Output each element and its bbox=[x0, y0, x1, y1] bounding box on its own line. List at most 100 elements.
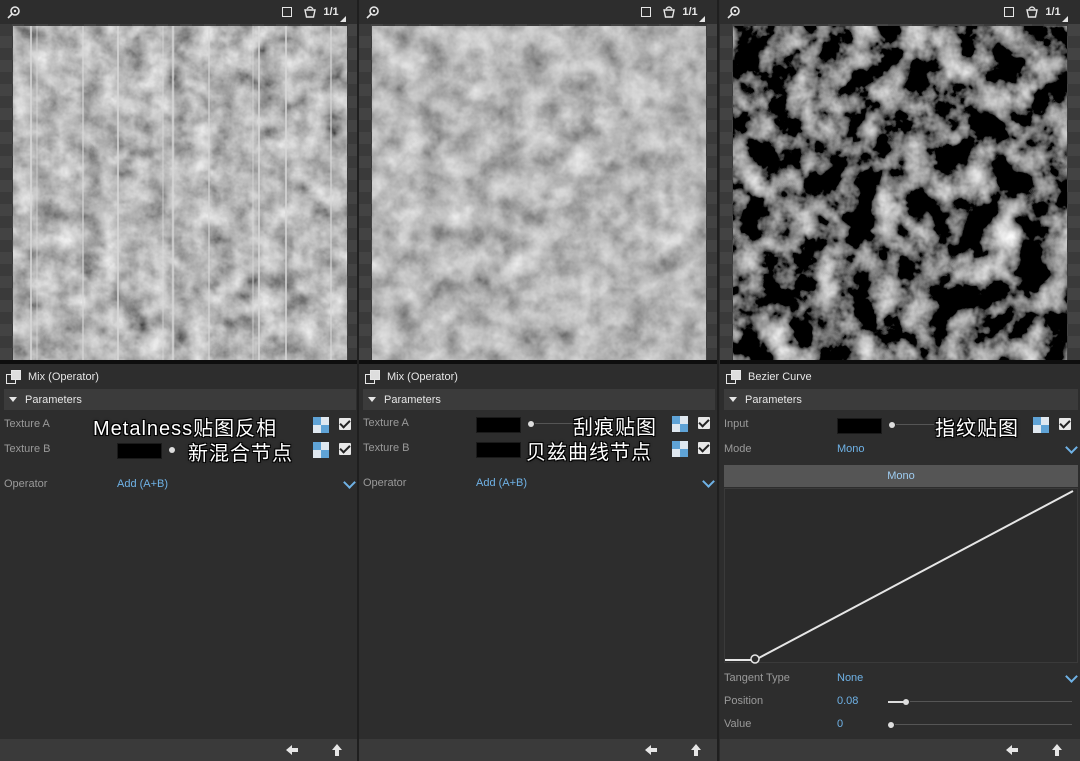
square-icon[interactable] bbox=[280, 4, 294, 20]
panel-divider[interactable] bbox=[717, 0, 719, 761]
input-slider-handle[interactable] bbox=[889, 422, 895, 428]
tangent-row: Tangent Type None bbox=[720, 668, 1080, 690]
parameters-section[interactable]: Parameters bbox=[724, 389, 1078, 410]
operator-dropdown[interactable]: Add (A+B) bbox=[476, 477, 527, 489]
texture-a-checkbox[interactable] bbox=[698, 417, 710, 429]
position-slider-fill[interactable] bbox=[888, 701, 904, 703]
texture-picker-icon[interactable] bbox=[313, 442, 329, 458]
texture-picker-icon[interactable] bbox=[1033, 417, 1049, 433]
tangent-dropdown[interactable]: None bbox=[837, 672, 863, 684]
collapse-triangle-icon[interactable] bbox=[729, 397, 737, 402]
position-value[interactable]: 0.08 bbox=[837, 695, 858, 707]
position-label: Position bbox=[724, 695, 764, 707]
tangent-label: Tangent Type bbox=[724, 672, 790, 684]
parameters-section[interactable]: Parameters bbox=[4, 389, 356, 410]
input-swatch[interactable] bbox=[837, 418, 882, 434]
chevron-down-icon[interactable] bbox=[343, 476, 356, 489]
operator-row: Operator Add (A+B) bbox=[359, 473, 717, 495]
section-label: Parameters bbox=[745, 393, 802, 406]
texture-a-row: Texture A bbox=[359, 413, 717, 435]
arrow-up-icon[interactable] bbox=[330, 743, 344, 757]
texture-b-checkbox[interactable] bbox=[698, 442, 710, 454]
square-icon[interactable] bbox=[1002, 4, 1016, 20]
operator-label: Operator bbox=[4, 478, 48, 490]
annotation-line-2: 贝兹曲线节点 bbox=[526, 442, 652, 464]
node-icon bbox=[726, 370, 741, 384]
position-slider-handle[interactable] bbox=[903, 699, 909, 705]
texture-b-row: Texture B bbox=[0, 439, 358, 461]
section-label: Parameters bbox=[384, 393, 441, 406]
input-slider-track[interactable] bbox=[896, 424, 934, 425]
node-header: Mix (Operator) bbox=[0, 366, 358, 388]
ratio-icon[interactable]: 1/1 bbox=[322, 4, 340, 20]
bezier-curve-editor[interactable] bbox=[724, 488, 1078, 664]
texture-picker-icon[interactable] bbox=[672, 416, 688, 432]
texture-picker-icon[interactable] bbox=[672, 441, 688, 457]
pot-icon[interactable] bbox=[302, 4, 318, 20]
node-panel-2: 1/1 Mix (Operator) Parameters Texture A bbox=[359, 0, 717, 761]
arrow-left-icon[interactable] bbox=[1005, 743, 1019, 757]
mode-dropdown[interactable]: Mono bbox=[837, 443, 865, 455]
input-row: Input bbox=[720, 414, 1080, 436]
operator-label: Operator bbox=[363, 477, 407, 489]
mode-label: Mode bbox=[724, 443, 752, 455]
arrow-left-icon[interactable] bbox=[644, 743, 658, 757]
channel-tab-mono[interactable]: Mono bbox=[724, 465, 1078, 487]
curve-point-handle[interactable] bbox=[750, 654, 760, 664]
pot-icon[interactable] bbox=[661, 4, 677, 20]
texture-b-swatch[interactable] bbox=[117, 443, 162, 459]
collapse-triangle-icon[interactable] bbox=[9, 397, 17, 402]
chevron-down-icon[interactable] bbox=[702, 475, 715, 488]
divider-bar bbox=[359, 360, 717, 364]
texture-a-label: Texture A bbox=[4, 418, 50, 430]
arrow-up-icon[interactable] bbox=[689, 743, 703, 757]
texture-viewport[interactable] bbox=[359, 24, 717, 360]
arrow-up-icon[interactable] bbox=[1050, 743, 1064, 757]
value-slider-handle[interactable] bbox=[888, 722, 894, 728]
texture-a-checkbox[interactable] bbox=[339, 418, 351, 430]
operator-dropdown[interactable]: Add (A+B) bbox=[117, 478, 168, 490]
position-row: Position 0.08 bbox=[720, 691, 1080, 713]
chevron-down-icon[interactable] bbox=[1065, 670, 1078, 683]
texture-a-swatch[interactable] bbox=[476, 417, 521, 433]
pot-icon[interactable] bbox=[1024, 4, 1040, 20]
value-slider-track[interactable] bbox=[895, 724, 1072, 725]
position-slider-track[interactable] bbox=[910, 701, 1072, 702]
pin-icon[interactable] bbox=[365, 4, 381, 20]
scratch-texture-preview bbox=[372, 26, 706, 360]
value-value[interactable]: 0 bbox=[837, 718, 843, 730]
value-row: Value 0 bbox=[720, 714, 1080, 736]
ratio-icon[interactable]: 1/1 bbox=[681, 4, 699, 20]
node-icon bbox=[6, 370, 21, 384]
texture-b-checkbox[interactable] bbox=[339, 443, 351, 455]
operator-row: Operator Add (A+B) bbox=[0, 474, 358, 496]
texture-picker-icon[interactable] bbox=[313, 417, 329, 433]
corner-resize-icon[interactable] bbox=[699, 16, 705, 22]
texture-a-slider-track[interactable] bbox=[535, 423, 575, 424]
node-panel-3: 1/1 Bezier Curve Parameters Input 指纹贴图 M… bbox=[720, 0, 1080, 761]
texture-a-label: Texture A bbox=[363, 417, 409, 429]
square-icon[interactable] bbox=[639, 4, 653, 20]
metal-texture-preview bbox=[13, 26, 347, 360]
pin-icon[interactable] bbox=[726, 4, 742, 20]
ratio-icon[interactable]: 1/1 bbox=[1044, 4, 1062, 20]
arrow-left-icon[interactable] bbox=[285, 743, 299, 757]
input-checkbox[interactable] bbox=[1059, 418, 1071, 430]
texture-a-slider-handle[interactable] bbox=[528, 421, 534, 427]
panel-footer bbox=[0, 739, 358, 761]
texture-b-slider-handle[interactable] bbox=[169, 447, 175, 453]
corner-resize-icon[interactable] bbox=[1062, 16, 1068, 22]
texture-b-label: Texture B bbox=[363, 442, 410, 454]
node-title: Mix (Operator) bbox=[387, 371, 458, 383]
collapse-triangle-icon[interactable] bbox=[368, 397, 376, 402]
texture-b-swatch[interactable] bbox=[476, 442, 521, 458]
texture-viewport[interactable] bbox=[0, 24, 358, 360]
chevron-down-icon[interactable] bbox=[1065, 441, 1078, 454]
value-label: Value bbox=[724, 718, 752, 730]
parameters-section[interactable]: Parameters bbox=[363, 389, 715, 410]
viewport-toolbar: 1/1 bbox=[0, 0, 358, 24]
texture-viewport[interactable] bbox=[720, 24, 1080, 360]
pin-icon[interactable] bbox=[6, 4, 22, 20]
corner-resize-icon[interactable] bbox=[340, 16, 346, 22]
annotation-line-2: 新混合节点 bbox=[188, 443, 293, 465]
